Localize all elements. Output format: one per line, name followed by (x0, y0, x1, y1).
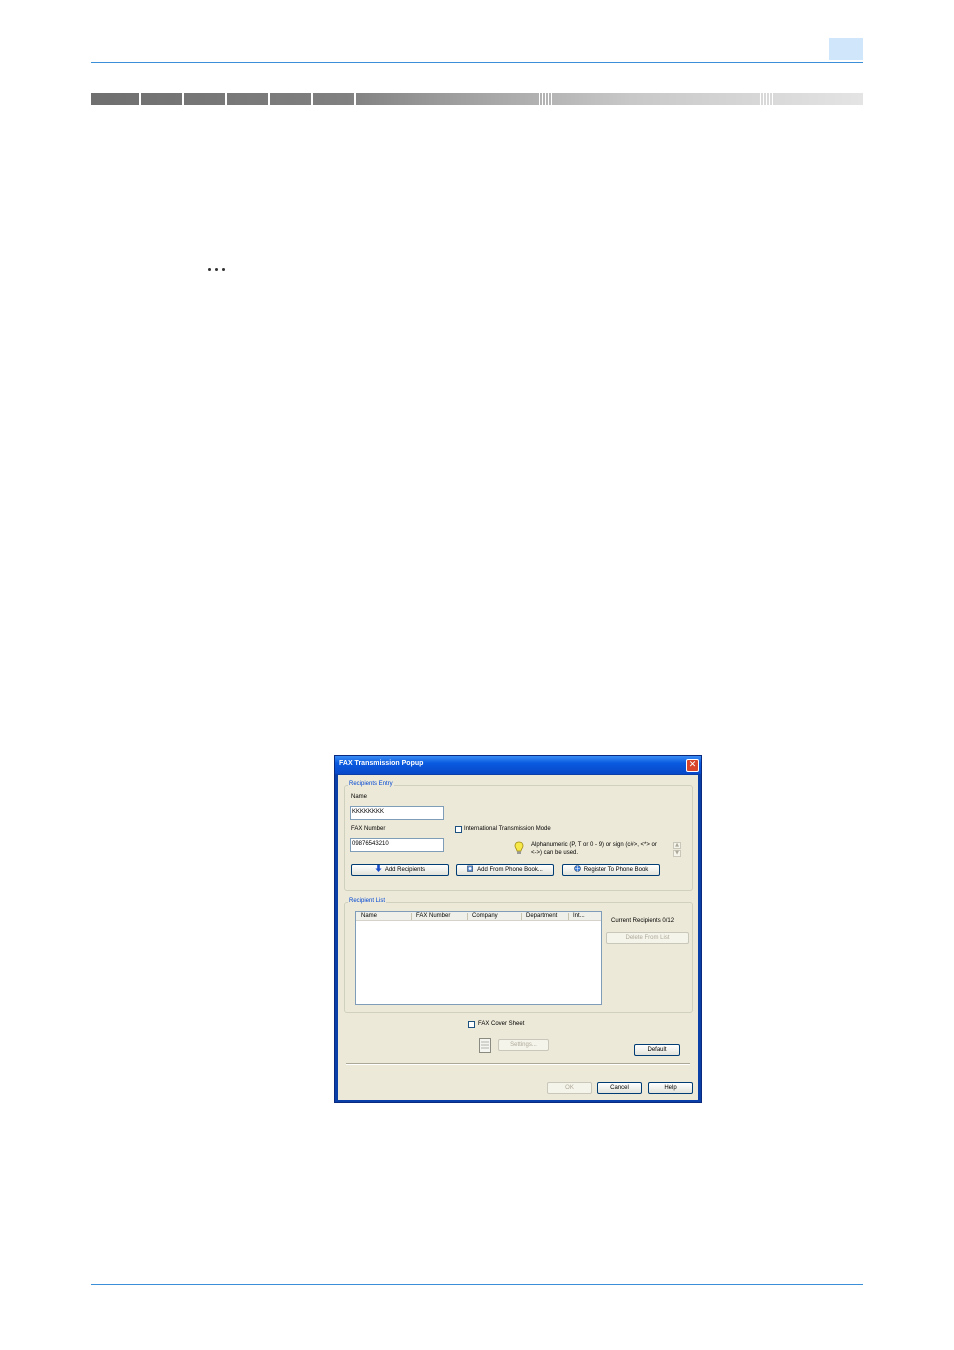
column-header[interactable]: Int... (568, 912, 601, 921)
column-header[interactable]: FAX Number (411, 912, 467, 921)
add-from-phone-book-button[interactable]: Add From Phone Book... (456, 864, 554, 876)
fax-number-field[interactable]: 09876543210 (350, 838, 444, 852)
close-button[interactable]: ✕ (686, 759, 699, 772)
band-stripe (551, 93, 552, 105)
band-stripe (539, 93, 540, 105)
add-from-phone-book-label: Add From Phone Book... (477, 867, 543, 873)
delete-from-list-label: Delete From List (625, 935, 670, 941)
divider-highlight (346, 1064, 690, 1065)
cover-sheet-icon (479, 1038, 491, 1053)
band-separator (182, 93, 184, 105)
recipient-table[interactable]: Name FAX Number Company Department Int..… (355, 911, 602, 1005)
band-separator (268, 93, 270, 105)
current-recipients-count: Current Recipients 0/12 (611, 918, 675, 924)
column-header[interactable]: Name (356, 912, 411, 921)
band-separator (225, 93, 227, 105)
name-field[interactable]: KKKKKKKK (350, 806, 444, 820)
cancel-label: Cancel (610, 1085, 629, 1091)
band-stripe (769, 93, 770, 105)
add-recipients-label: Add Recipients (384, 867, 426, 873)
band-separator (311, 93, 313, 105)
recipient-list-label: Recipient List (348, 898, 387, 904)
settings-label: Settings... (510, 1042, 537, 1048)
column-separator (568, 913, 569, 920)
dialog-title: FAX Transmission Popup (339, 760, 424, 767)
arrow-down-icon (375, 865, 382, 872)
bottom-rule (91, 1284, 863, 1285)
ok-label: OK (565, 1085, 574, 1091)
corner-marker (829, 38, 863, 60)
phone-book-icon (467, 865, 474, 872)
register-to-phone-book-label: Register To Phone Book (583, 867, 649, 873)
column-header[interactable]: Company (467, 912, 521, 921)
title-bar[interactable]: FAX Transmission Popup ✕ (335, 756, 701, 774)
ok-button[interactable]: OK (547, 1082, 592, 1094)
band-stripe (763, 93, 764, 105)
default-label: Default (647, 1047, 667, 1053)
column-separator (467, 913, 468, 920)
fax-transmission-dialog: FAX Transmission Popup ✕ Recipients Entr… (334, 755, 702, 1103)
fax-cover-sheet-checkbox[interactable] (468, 1021, 475, 1028)
scroll-up-button[interactable]: ▲ (673, 842, 681, 849)
register-to-phone-book-button[interactable]: Register To Phone Book (562, 864, 660, 876)
top-rule (91, 62, 863, 63)
close-icon: ✕ (688, 760, 697, 770)
help-label: Help (664, 1085, 677, 1091)
hint-text-line2: <->) can be used. (531, 850, 579, 856)
lightbulb-icon (514, 841, 524, 854)
name-label: Name (351, 794, 368, 800)
intl-mode-checkbox[interactable] (455, 826, 462, 833)
band-stripe (548, 93, 549, 105)
intl-mode-label: International Transmission Mode (464, 826, 551, 832)
header-band (91, 93, 863, 105)
band-stripe (545, 93, 546, 105)
band-stripe (772, 93, 773, 105)
help-button[interactable]: Help (648, 1082, 693, 1094)
cancel-button[interactable]: Cancel (597, 1082, 642, 1094)
fax-number-label: FAX Number (351, 826, 386, 832)
dialog-body: Recipients Entry Name KKKKKKKK FAX Numbe… (338, 775, 698, 1100)
add-recipients-button[interactable]: Add Recipients (351, 864, 449, 876)
default-button[interactable]: Default (634, 1044, 680, 1056)
hint-text-line1: Alphanumeric (P, T or 0 - 9) or sign (c#… (531, 842, 657, 848)
globe-icon (573, 865, 581, 872)
recipients-entry-label: Recipients Entry (348, 781, 394, 787)
column-separator (411, 913, 412, 920)
column-separator (521, 913, 522, 920)
band-stripe (766, 93, 767, 105)
delete-from-list-button[interactable]: Delete From List (606, 932, 689, 944)
band-separator (354, 93, 356, 105)
column-header[interactable]: Department (521, 912, 568, 921)
band-stripe (542, 93, 543, 105)
fax-cover-sheet-label: FAX Cover Sheet (478, 1021, 525, 1027)
settings-button[interactable]: Settings... (498, 1039, 549, 1051)
band-stripe (760, 93, 761, 105)
band-separator (139, 93, 141, 105)
scroll-down-button[interactable]: ▼ (673, 850, 681, 857)
